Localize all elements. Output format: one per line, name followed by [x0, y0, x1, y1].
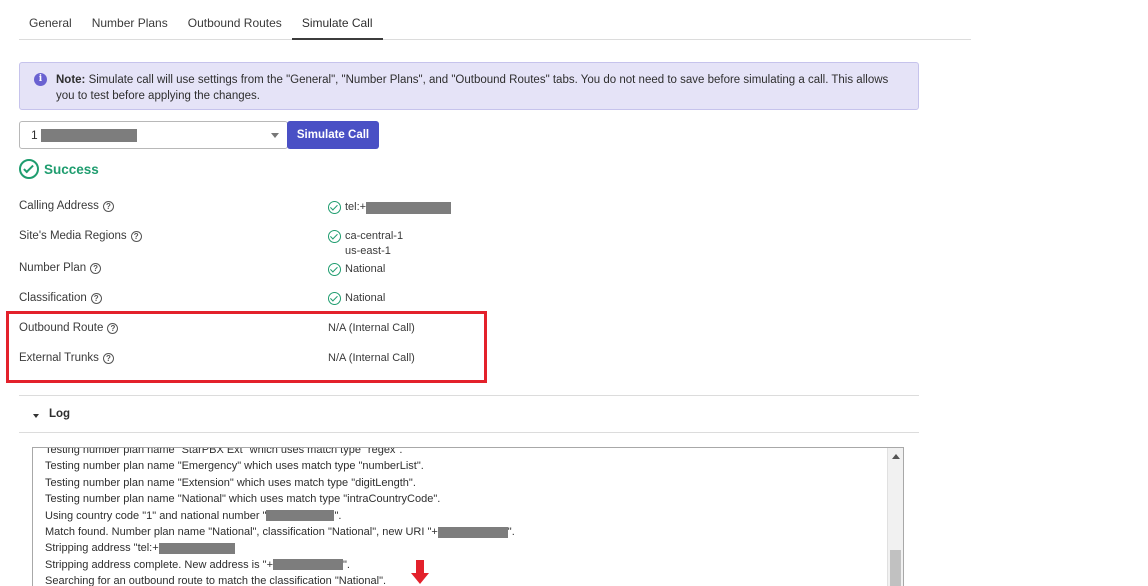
number-plan-label-text: Number Plan	[19, 262, 87, 274]
help-icon[interactable]: ?	[102, 200, 114, 212]
log-line: Testing number plan name "Extension" whi…	[45, 476, 416, 489]
note-bold-label: Note:	[56, 74, 86, 86]
log-toggle[interactable]: Log	[19, 395, 919, 433]
chevron-down-icon[interactable]	[271, 133, 279, 138]
selected-number-prefix: 1	[31, 128, 38, 142]
redacted-number	[273, 559, 343, 571]
redacted-number	[158, 543, 235, 555]
log-line: Stripping address complete. New address …	[45, 558, 350, 571]
redacted-number	[437, 526, 508, 538]
media-regions-value: ca-central-1 us-east-1	[328, 229, 403, 259]
note-text: Simulate call will use settings from the…	[56, 74, 889, 102]
success-check-icon	[19, 159, 39, 179]
check-icon	[328, 230, 341, 243]
calling-address-label: Calling Address ?	[19, 200, 114, 212]
phone-number-select[interactable]: 1	[19, 121, 288, 149]
media-regions-label: Site's Media Regions ?	[19, 230, 142, 242]
log-line: Using country code "1" and national numb…	[45, 509, 342, 522]
tab-bar: General Number Plans Outbound Routes Sim…	[19, 8, 971, 40]
media-regions-label-text: Site's Media Regions	[19, 230, 127, 242]
help-icon[interactable]: ?	[130, 230, 142, 242]
scrollbar-thumb[interactable]	[890, 550, 901, 586]
calling-address-prefix: tel:+	[345, 201, 367, 213]
redacted-number	[266, 510, 335, 522]
number-plan-label: Number Plan ?	[19, 262, 102, 274]
note-banner: i Note: Simulate call will use settings …	[19, 62, 919, 110]
log-scrollbar[interactable]	[887, 448, 903, 586]
info-icon: i	[34, 73, 47, 86]
tab-outbound-routes[interactable]: Outbound Routes	[178, 8, 292, 40]
check-icon	[328, 263, 341, 276]
success-status: Success	[19, 158, 99, 180]
classification-label: Classification ?	[19, 292, 102, 304]
redacted-number	[40, 129, 137, 143]
log-line: Match found. Number plan name "National"…	[45, 526, 515, 539]
log-line: Searching for an outbound route to match…	[45, 575, 387, 586]
calling-address-value: tel:+	[328, 200, 452, 215]
number-plan-value: National	[328, 262, 385, 277]
media-region-item: us-east-1	[345, 245, 391, 257]
calling-address-label-text: Calling Address	[19, 200, 99, 212]
redacted-number	[366, 202, 452, 214]
success-label: Success	[44, 161, 99, 177]
log-lines: Testing number plan name "StarPBX Ext" w…	[45, 447, 515, 586]
check-icon	[328, 292, 341, 305]
check-icon	[328, 201, 341, 214]
classification-value: National	[328, 291, 385, 306]
caret-down-icon	[33, 414, 39, 418]
log-line: Testing number plan name "Emergency" whi…	[45, 460, 424, 473]
scroll-up-icon[interactable]	[892, 454, 900, 459]
number-plan-value-text: National	[345, 263, 386, 275]
help-icon[interactable]: ?	[90, 262, 102, 274]
simulate-call-button[interactable]: Simulate Call	[287, 121, 379, 149]
annotation-arrow-down-icon	[411, 560, 429, 586]
log-textarea[interactable]: Testing number plan name "StarPBX Ext" w…	[32, 447, 904, 586]
media-region-item: ca-central-1	[345, 230, 404, 242]
tab-simulate-call[interactable]: Simulate Call	[291, 8, 383, 40]
tab-general[interactable]: General	[19, 8, 82, 40]
help-icon[interactable]: ?	[90, 292, 102, 304]
log-line: Testing number plan name "National" whic…	[45, 493, 441, 506]
classification-label-text: Classification	[19, 292, 87, 304]
log-line: Testing number plan name "StarPBX Ext" w…	[45, 447, 403, 456]
highlight-annotation-box	[6, 311, 487, 383]
log-title: Log	[49, 408, 71, 420]
tab-number-plans[interactable]: Number Plans	[82, 8, 178, 40]
log-line: Stripping address "tel:+	[45, 540, 515, 556]
classification-value-text: National	[345, 292, 386, 304]
